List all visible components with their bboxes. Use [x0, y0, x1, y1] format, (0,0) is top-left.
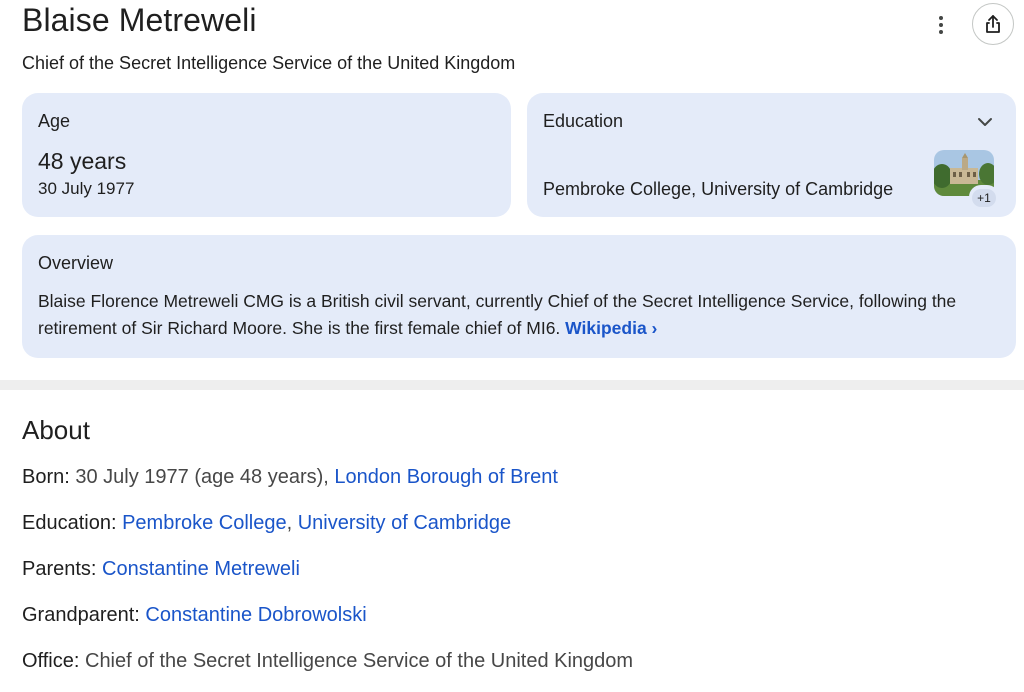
- fact-key: Office:: [22, 650, 80, 672]
- pembroke-link[interactable]: Pembroke College: [122, 512, 287, 534]
- about-title: About: [22, 415, 90, 445]
- more-options-button[interactable]: [928, 12, 954, 38]
- fact-born: Born: 30 July 1977 (age 48 years), Londo…: [22, 466, 558, 489]
- wikipedia-link[interactable]: Wikipedia ›: [565, 318, 657, 338]
- chevron-down-icon[interactable]: [974, 111, 996, 133]
- more-images-count: +1: [972, 189, 996, 207]
- fact-key: Parents:: [22, 558, 97, 580]
- age-label: Age: [38, 111, 71, 131]
- fact-value: Chief of the Secret Intelligence Service…: [79, 650, 634, 672]
- fact-parents: Parents: Constantine Metreweli: [22, 558, 300, 581]
- fact-separator: ,: [286, 512, 298, 534]
- fact-key: Education:: [22, 512, 117, 534]
- age-value: 48 years: [38, 148, 127, 174]
- overview-text: Blaise Florence Metreweli CMG is a Briti…: [38, 288, 988, 342]
- page-subtitle: Chief of the Secret Intelligence Service…: [22, 53, 516, 73]
- more-vert-icon: [939, 16, 943, 34]
- overview-card: Overview Blaise Florence Metreweli CMG i…: [22, 235, 1016, 358]
- education-value: Pembroke College, University of Cambridg…: [543, 179, 894, 199]
- share-icon: [986, 15, 1000, 33]
- age-card: Age 48 years 30 July 1977: [22, 93, 511, 217]
- education-label: Education: [543, 111, 624, 131]
- fact-key: Born:: [22, 466, 70, 488]
- fact-education: Education: Pembroke College, University …: [22, 512, 511, 535]
- fact-key: Grandparent:: [22, 604, 140, 626]
- fact-value: 30 July 1977 (age 48 years),: [69, 466, 335, 488]
- section-divider: [0, 380, 1024, 390]
- birthplace-link[interactable]: London Borough of Brent: [334, 466, 558, 488]
- grandparent-link[interactable]: Constantine Dobrowolski: [145, 604, 366, 626]
- fact-office: Office: Chief of the Secret Intelligence…: [22, 650, 633, 673]
- share-button[interactable]: [972, 3, 1014, 45]
- cambridge-link[interactable]: University of Cambridge: [298, 512, 511, 534]
- overview-label: Overview: [38, 253, 114, 273]
- education-card[interactable]: Education Pembroke College, University o…: [527, 93, 1016, 217]
- parent-link[interactable]: Constantine Metreweli: [102, 558, 300, 580]
- more-images-badge[interactable]: +1: [969, 185, 999, 211]
- overview-body: Blaise Florence Metreweli CMG is a Briti…: [38, 291, 957, 338]
- page-title: Blaise Metreweli: [22, 2, 257, 38]
- fact-grandparent: Grandparent: Constantine Dobrowolski: [22, 604, 367, 627]
- birth-date: 30 July 1977: [38, 179, 135, 198]
